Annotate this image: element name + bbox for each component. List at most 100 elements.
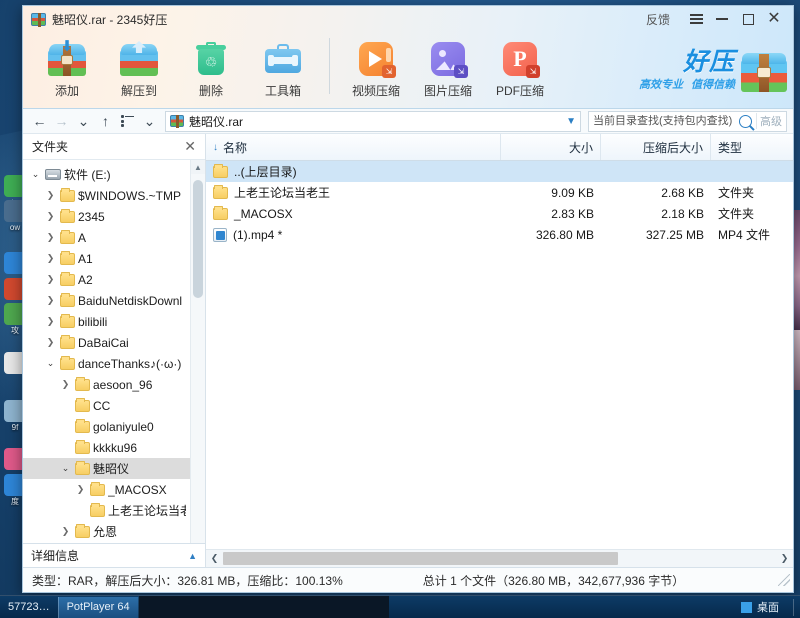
tree-item-0[interactable]: ⌄ 软件 (E:): [23, 164, 190, 185]
tree-item-11[interactable]: CC: [23, 395, 190, 416]
haozip-archive-logo: [741, 50, 787, 92]
tree-scroll-track[interactable]: [191, 174, 205, 553]
hscroll-thumb[interactable]: [223, 552, 618, 565]
tree-item-7[interactable]: ❯ bilibili: [23, 311, 190, 332]
tree-item-label: DaBaiCai: [78, 335, 129, 350]
forward-arrow-icon[interactable]: →: [51, 111, 72, 132]
search-box[interactable]: 高级: [588, 110, 787, 132]
scroll-left-icon[interactable]: ❮: [206, 550, 223, 567]
column-header-name[interactable]: ↓ 名称: [206, 134, 501, 160]
chevron-right-icon[interactable]: ❯: [44, 232, 57, 243]
advanced-search-link[interactable]: 高级: [756, 113, 782, 129]
ribbon-button-add[interactable]: ⬇ 添加: [31, 32, 103, 99]
taskbar-item-potplayer[interactable]: PotPlayer 64: [57, 596, 139, 618]
view-chevron-down-icon[interactable]: ⌄: [139, 111, 160, 132]
tree-item-label: danceThanks♪(·ω·): [78, 356, 182, 371]
ribbon-button-image-compress[interactable]: ⇲ 图片压缩: [412, 32, 484, 99]
back-arrow-icon[interactable]: ←: [29, 111, 50, 132]
ribbon-button-toolbox[interactable]: 工具箱: [247, 32, 319, 99]
folder-icon: [60, 334, 75, 349]
cell-name: (1).mp4 *: [206, 224, 501, 245]
menu-button[interactable]: [683, 8, 709, 30]
tree-item-15[interactable]: ❯ _MACOSX: [23, 479, 190, 500]
tree-scroll-thumb[interactable]: [193, 180, 203, 298]
maximize-button[interactable]: [735, 8, 761, 30]
chevron-up-icon[interactable]: ▲: [188, 551, 197, 561]
chevron-down-icon[interactable]: ⌄: [59, 463, 72, 474]
tree-item-4[interactable]: ❯ A1: [23, 248, 190, 269]
taskbar-item-desktop[interactable]: 桌面: [733, 597, 787, 618]
table-row[interactable]: 上老王论坛当老王9.09 KB2.68 KB文件夹20: [206, 182, 793, 203]
minimize-button[interactable]: [709, 8, 735, 30]
chevron-right-icon[interactable]: ❯: [44, 316, 57, 327]
search-input[interactable]: [593, 115, 735, 127]
table-row[interactable]: (1).mp4 *326.80 MB327.25 MBMP4 文件20: [206, 224, 793, 245]
chevron-down-icon[interactable]: ⌄: [29, 169, 42, 180]
chevron-right-icon[interactable]: ❯: [44, 295, 57, 306]
chevron-right-icon[interactable]: ❯: [44, 274, 57, 285]
ribbon-button-extract[interactable]: 解压到: [103, 32, 175, 99]
tree-item-2[interactable]: ❯ 2345: [23, 206, 190, 227]
detail-panel-header[interactable]: 详细信息 ▲: [23, 543, 206, 567]
close-icon[interactable]: ✕: [181, 138, 199, 155]
tree-item-3[interactable]: ❯ A: [23, 227, 190, 248]
tree-item-5[interactable]: ❯ A2: [23, 269, 190, 290]
ribbon-button-delete[interactable]: ♲ 删除: [175, 32, 247, 99]
search-icon[interactable]: [739, 114, 752, 128]
tree-item-14[interactable]: ⌄ 魅昭仪: [23, 458, 190, 479]
chevron-right-icon[interactable]: ❯: [44, 253, 57, 264]
tree-vertical-scrollbar[interactable]: ▲ ▼: [190, 160, 205, 567]
app-icon: [31, 12, 46, 27]
history-chevron-down-icon[interactable]: ⌄: [73, 111, 94, 132]
feedback-button[interactable]: 反馈: [646, 11, 670, 28]
chevron-down-icon[interactable]: ⌄: [44, 358, 57, 369]
tree-item-label: kkkku96: [93, 440, 138, 455]
path-chevron-down-icon[interactable]: ▼: [566, 116, 576, 127]
ribbon-button-pdf-compress[interactable]: P ⇲ PDF压缩: [484, 32, 556, 99]
desktop-icon-label: 攻: [11, 326, 19, 335]
desktop-icon-label: ow: [9, 223, 21, 232]
tree-item-10[interactable]: ❯ aesoon_96: [23, 374, 190, 395]
table-row[interactable]: ..(上层目录): [206, 161, 793, 182]
address-path-box[interactable]: 魅昭仪.rar ▼: [165, 110, 581, 132]
status-bar: 类型：RAR，解压后大小：326.81 MB，压缩比：100.13% 总计 1 …: [23, 567, 793, 592]
up-arrow-icon[interactable]: ↑: [95, 111, 116, 132]
chevron-right-icon[interactable]: ❯: [59, 379, 72, 390]
title-and-ribbon-band: 魅昭仪.rar - 2345好压 反馈 ✕ ⬇ 添加 解压到 ♲ 删除 工具箱 …: [23, 6, 793, 109]
tree-item-6[interactable]: ❯ BaiduNetdiskDownl: [23, 290, 190, 311]
scroll-up-icon[interactable]: ▲: [191, 160, 205, 174]
tree-item-8[interactable]: ❯ DaBaiCai: [23, 332, 190, 353]
chevron-right-icon[interactable]: ❯: [59, 526, 72, 537]
folder-pane-title: 文件夹: [32, 140, 69, 154]
folder-tree-wrapper: ⌄ 软件 (E:) ❯ $WINDOWS.~TMP ❯ 2345 ❯ A ❯ A1 ❯ A2 ❯ Baid…: [23, 160, 205, 567]
close-button[interactable]: ✕: [761, 8, 787, 30]
ribbon-button-video-compress[interactable]: ⇲ 视频压缩: [340, 32, 412, 99]
cell-text: 2.18 KB: [661, 206, 704, 221]
folder-tree[interactable]: ⌄ 软件 (E:) ❯ $WINDOWS.~TMP ❯ 2345 ❯ A ❯ A1 ❯ A2 ❯ Baid…: [23, 160, 190, 567]
hscroll-track[interactable]: [223, 550, 776, 567]
file-list-horizontal-scrollbar[interactable]: ❮ ❯: [206, 549, 793, 567]
scroll-right-icon[interactable]: ❯: [776, 550, 793, 567]
list-view-icon[interactable]: [117, 111, 138, 132]
tree-item-1[interactable]: ❯ $WINDOWS.~TMP: [23, 185, 190, 206]
cell-packed: [601, 161, 711, 182]
ribbon-divider: [329, 38, 330, 94]
tree-item-12[interactable]: golaniyule0: [23, 416, 190, 437]
tree-item-16[interactable]: 上老王论坛当老王: [23, 500, 190, 521]
tree-item-9[interactable]: ⌄ danceThanks♪(·ω·): [23, 353, 190, 374]
cell-packed: 2.18 KB: [601, 203, 711, 224]
tree-item-17[interactable]: ❯ 允恩: [23, 521, 190, 542]
table-row[interactable]: _MACOSX2.83 KB2.18 KB文件夹20: [206, 203, 793, 224]
column-header-packed[interactable]: 压缩后大小: [601, 134, 711, 160]
pdf-compress-icon: P ⇲: [484, 38, 556, 80]
chevron-right-icon[interactable]: ❯: [44, 190, 57, 201]
folder-icon: [60, 313, 75, 328]
resize-grip-icon[interactable]: [778, 574, 790, 586]
chevron-right-icon[interactable]: ❯: [44, 211, 57, 222]
column-header-size[interactable]: 大小: [501, 134, 601, 160]
taskbar-item-0[interactable]: 57723…: [0, 597, 58, 618]
chevron-right-icon[interactable]: ❯: [74, 484, 87, 495]
tree-item-13[interactable]: kkkku96: [23, 437, 190, 458]
column-header-type[interactable]: 类型: [711, 134, 793, 160]
chevron-right-icon[interactable]: ❯: [44, 337, 57, 348]
